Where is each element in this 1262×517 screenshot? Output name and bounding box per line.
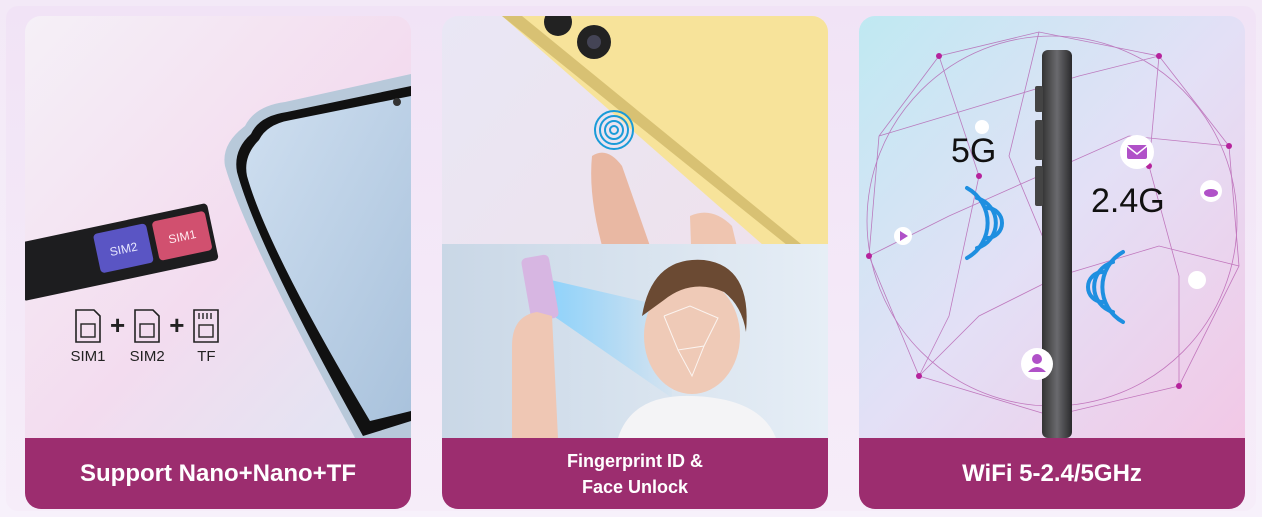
band-5g-label: 5G (951, 132, 997, 170)
slot-sim1: SIM1 (68, 308, 108, 365)
caption-line-2: Face Unlock (581, 476, 689, 497)
slot-sim2: SIM2 (127, 308, 167, 365)
card-caption: Support Nano+Nano+TF (25, 438, 411, 509)
slot-label: SIM1 (70, 348, 106, 365)
card-caption: Fingerprint ID & Face Unlock (442, 438, 828, 509)
sim-tray-illustration: SIM2 SIM1 (25, 16, 411, 438)
caption-text: Support Nano+Nano+TF (80, 459, 356, 487)
wifi-network-illustration (859, 16, 1245, 438)
biometric-illustration (442, 16, 828, 438)
slot-label: TF (197, 348, 216, 365)
mail-icon (1120, 135, 1154, 169)
caption-line-1: Fingerprint ID & (567, 450, 703, 471)
band-24g-label: 2.4G (1091, 182, 1165, 220)
plus-sign: + (110, 310, 126, 340)
slot-tf: TF (186, 308, 226, 365)
plus-sign: + (169, 310, 185, 340)
play-icon (894, 227, 912, 245)
fingerprint-face-card: Fingerprint ID & Face Unlock (442, 16, 828, 509)
sim-card-icon (134, 309, 160, 343)
slot-legend: SIM1 + SIM2 + TF (68, 308, 226, 365)
wifi-card: 5G 2.4G WiFi 5-2.4/5GHz (859, 16, 1245, 509)
tf-card-icon (193, 309, 220, 343)
slot-label: SIM2 (129, 348, 165, 365)
card-caption: WiFi 5-2.4/5GHz (859, 438, 1245, 509)
sim-support-card: SIM2 SIM1 SIM1 + SIM2 + TF Support Nano+… (25, 16, 411, 509)
cloud-icon (1200, 180, 1222, 202)
caption-text: WiFi 5-2.4/5GHz (962, 459, 1142, 487)
user-icon (1021, 348, 1053, 380)
sim-card-icon (75, 309, 101, 343)
